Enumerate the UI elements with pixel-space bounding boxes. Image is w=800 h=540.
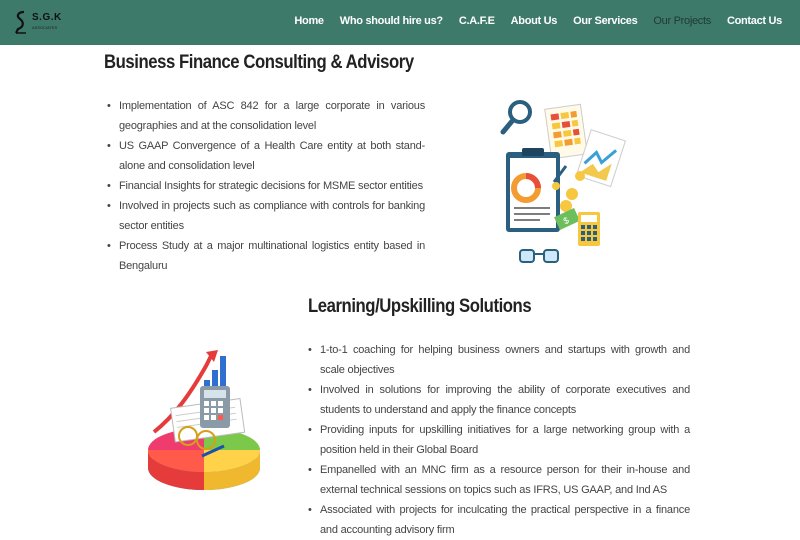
top-navbar: S.G.K ASSOCIATES Home Who should hire us… bbox=[0, 0, 800, 45]
nav-cafe[interactable]: C.A.F.E bbox=[451, 14, 503, 28]
nav-about-us[interactable]: About Us bbox=[503, 14, 565, 28]
nav-who-should-hire-us[interactable]: Who should hire us? bbox=[332, 14, 451, 28]
learning-upskilling-list: 1-to-1 coaching for helping business own… bbox=[306, 340, 690, 540]
logo-text: S.G.K bbox=[32, 12, 62, 23]
nav-our-services[interactable]: Our Services bbox=[565, 14, 645, 28]
logo-mark-icon bbox=[15, 10, 26, 34]
finance-analysis-illustration: $ bbox=[500, 100, 627, 263]
list-item: Involved in projects such as compliance … bbox=[105, 196, 425, 236]
section-title-learning-upskilling: Learning/Upskilling Solutions bbox=[308, 296, 532, 317]
list-item: 1-to-1 coaching for helping business own… bbox=[306, 340, 690, 380]
business-finance-list: Implementation of ASC 842 for a large co… bbox=[105, 96, 425, 276]
list-item: Financial Insights for strategic decisio… bbox=[105, 176, 425, 196]
list-item: Empanelled with an MNC firm as a resourc… bbox=[306, 460, 690, 500]
list-item: Providing inputs for upskilling initiati… bbox=[306, 420, 690, 460]
site-logo[interactable]: S.G.K ASSOCIATES bbox=[12, 9, 72, 35]
nav-home[interactable]: Home bbox=[286, 14, 331, 28]
list-item: Implementation of ASC 842 for a large co… bbox=[105, 96, 425, 136]
nav-our-projects[interactable]: Our Projects bbox=[645, 14, 719, 28]
list-item: Involved in solutions for improving the … bbox=[306, 380, 690, 420]
list-item: Process Study at a major multinational l… bbox=[105, 236, 425, 276]
list-item: US GAAP Convergence of a Health Care ent… bbox=[105, 136, 425, 176]
logo-subtext: ASSOCIATES bbox=[32, 25, 58, 30]
main-nav: Home Who should hire us? C.A.F.E About U… bbox=[286, 14, 790, 28]
section-title-business-finance: Business Finance Consulting & Advisory bbox=[104, 52, 414, 73]
nav-contact-us[interactable]: Contact Us bbox=[719, 14, 790, 28]
pie-chart-calculator-illustration bbox=[148, 350, 260, 490]
list-item: Associated with projects for inculcating… bbox=[306, 500, 690, 540]
